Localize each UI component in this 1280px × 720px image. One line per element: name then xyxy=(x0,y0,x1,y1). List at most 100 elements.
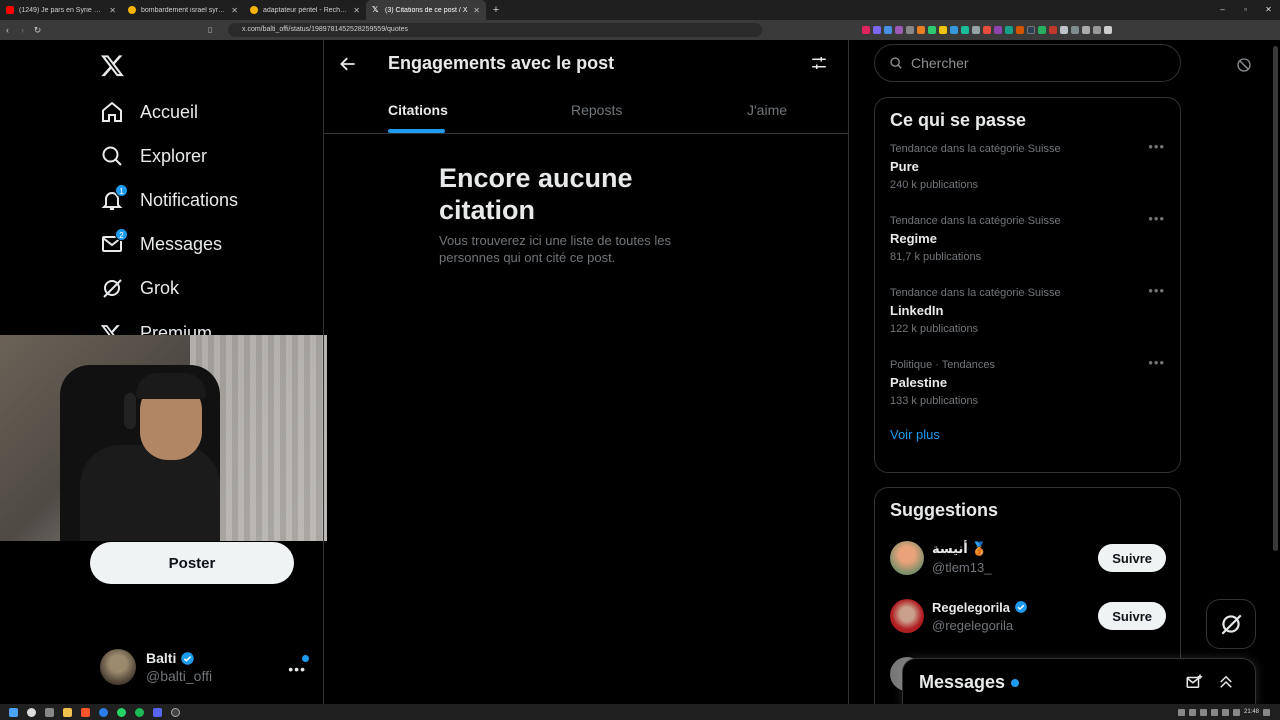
scrollbar[interactable] xyxy=(1273,46,1278,551)
maximize-button[interactable]: ▫ xyxy=(1234,0,1257,20)
extension-icon[interactable] xyxy=(862,26,870,34)
notification-center-icon[interactable] xyxy=(1263,708,1270,716)
brave-browser-icon[interactable] xyxy=(81,707,90,717)
tab-likes[interactable]: J'aime xyxy=(747,102,787,118)
discord-icon[interactable] xyxy=(153,707,162,717)
empty-state-description: Vous trouverez ici une liste de toutes l… xyxy=(439,233,671,265)
extension-icon[interactable] xyxy=(1027,26,1035,34)
nav-messages[interactable]: 2 Messages xyxy=(100,228,222,259)
app-icon[interactable] xyxy=(99,707,108,717)
extension-icon[interactable] xyxy=(917,26,925,34)
account-switcher[interactable]: Balti @balti_offi ••• xyxy=(100,647,312,687)
follow-button[interactable]: Suivre xyxy=(1098,544,1166,572)
address-bar[interactable]: ▯ x.com/balti_offi/status/19897814525282… xyxy=(208,23,762,37)
tray-icon[interactable] xyxy=(1232,708,1240,716)
extension-icon[interactable] xyxy=(972,26,980,34)
suggestion-handle: @tlem13_ xyxy=(932,560,992,575)
trend-item[interactable]: Politique · Tendances Palestine 133 k pu… xyxy=(875,347,1180,419)
trend-item[interactable]: Tendance dans la catégorie Suisse Pure 2… xyxy=(875,131,1180,203)
extension-icon[interactable] xyxy=(1093,26,1101,34)
grok-floating-button[interactable] xyxy=(1206,599,1256,649)
close-tab-icon[interactable]: ✕ xyxy=(353,6,360,15)
tray-icon[interactable] xyxy=(1177,708,1185,716)
search-input[interactable] xyxy=(911,55,1161,71)
nav-notifications[interactable]: 1 Notifications xyxy=(100,184,238,215)
whatsapp-icon[interactable] xyxy=(117,707,126,717)
bookmark-icon[interactable]: ▯ xyxy=(208,23,212,37)
extension-icon[interactable] xyxy=(928,26,936,34)
active-tab-indicator xyxy=(388,129,445,133)
spotify-icon[interactable] xyxy=(135,707,144,717)
file-explorer-icon[interactable] xyxy=(63,707,72,717)
more-options-icon[interactable]: ••• xyxy=(1148,283,1165,298)
browser-tab[interactable]: adaptateur péritel - Recherche Goog ✕ xyxy=(244,0,366,20)
extension-icon[interactable] xyxy=(961,26,969,34)
extension-icon[interactable] xyxy=(994,26,1002,34)
nav-explore[interactable]: Explorer xyxy=(100,141,207,171)
browser-tab-active[interactable]: 𝕏 (3) Citations de ce post / X ✕ xyxy=(366,0,486,20)
close-tab-icon[interactable]: ✕ xyxy=(231,6,238,15)
more-options-icon[interactable]: ••• xyxy=(1148,139,1165,154)
back-arrow-icon[interactable] xyxy=(338,54,358,74)
block-icon[interactable] xyxy=(1236,57,1252,73)
new-tab-button[interactable]: + xyxy=(486,4,506,16)
extension-icon[interactable] xyxy=(1049,26,1057,34)
start-menu-icon[interactable] xyxy=(9,707,18,717)
bell-icon: 1 xyxy=(100,184,128,212)
follow-button[interactable]: Suivre xyxy=(1098,602,1166,630)
x-logo-icon[interactable] xyxy=(100,53,125,78)
suggestion-item[interactable]: أنيسة 🥉 @tlem13_ Suivre xyxy=(875,529,1180,587)
clock[interactable]: 21:48 xyxy=(1244,709,1259,715)
tab-citations[interactable]: Citations xyxy=(388,102,448,118)
filter-settings-icon[interactable] xyxy=(810,54,828,72)
extension-icon[interactable] xyxy=(983,26,991,34)
extension-icon[interactable] xyxy=(1104,26,1112,34)
extension-icon[interactable] xyxy=(1005,26,1013,34)
more-options-icon[interactable]: ••• xyxy=(1148,211,1165,226)
post-button[interactable]: Poster xyxy=(90,542,294,584)
close-tab-icon[interactable]: ✕ xyxy=(109,6,116,15)
tray-icon[interactable] xyxy=(1221,708,1229,716)
extension-icon[interactable] xyxy=(873,26,881,34)
tab-reposts[interactable]: Reposts xyxy=(571,102,622,118)
browser-tab[interactable]: (1249) Je pars en Syrie après la chute ✕ xyxy=(0,0,122,20)
chevron-up-double-icon[interactable] xyxy=(1217,673,1235,691)
extension-icon[interactable] xyxy=(950,26,958,34)
extension-icon[interactable] xyxy=(895,26,903,34)
suggestion-item[interactable]: Regelegorila @regelegorila Suivre xyxy=(875,587,1180,645)
back-nav-icon[interactable]: ‹ xyxy=(0,25,15,35)
trend-item[interactable]: Tendance dans la catégorie Suisse Regime… xyxy=(875,203,1180,275)
extension-icon[interactable] xyxy=(884,26,892,34)
more-options-icon[interactable]: ••• xyxy=(288,661,306,677)
nav-grok[interactable]: Grok xyxy=(100,273,179,303)
forward-nav-icon[interactable]: › xyxy=(15,25,30,35)
search-box[interactable] xyxy=(874,44,1181,82)
close-window-button[interactable]: ✕ xyxy=(1257,0,1280,20)
messages-drawer[interactable]: Messages xyxy=(902,658,1256,706)
extension-icon[interactable] xyxy=(1060,26,1068,34)
suggestion-name: أنيسة 🥉 xyxy=(932,541,988,556)
extension-icon[interactable] xyxy=(1016,26,1024,34)
search-icon[interactable] xyxy=(27,707,36,717)
extension-icon[interactable] xyxy=(1082,26,1090,34)
trend-name: Pure xyxy=(890,159,919,174)
task-view-icon[interactable] xyxy=(45,707,54,717)
more-options-icon[interactable]: ••• xyxy=(1148,355,1165,370)
nav-home[interactable]: Accueil xyxy=(100,97,198,127)
extension-icon[interactable] xyxy=(939,26,947,34)
compose-message-icon[interactable] xyxy=(1185,673,1203,691)
minimize-button[interactable]: – xyxy=(1211,0,1234,20)
tray-icon[interactable] xyxy=(1210,708,1218,716)
obs-icon[interactable] xyxy=(171,707,180,717)
nav-premium[interactable]: Premium xyxy=(100,317,212,335)
tray-icon[interactable] xyxy=(1188,708,1196,716)
extension-icon[interactable] xyxy=(906,26,914,34)
show-more-link[interactable]: Voir plus xyxy=(890,427,1180,442)
extension-icon[interactable] xyxy=(1038,26,1046,34)
tray-icon[interactable] xyxy=(1199,708,1207,716)
trend-item[interactable]: Tendance dans la catégorie Suisse Linked… xyxy=(875,275,1180,347)
extension-icon[interactable] xyxy=(1071,26,1079,34)
browser-tab[interactable]: bombardement israel syrie damas - F ✕ xyxy=(122,0,244,20)
reload-icon[interactable]: ↻ xyxy=(30,25,45,36)
close-tab-icon[interactable]: ✕ xyxy=(473,6,480,15)
